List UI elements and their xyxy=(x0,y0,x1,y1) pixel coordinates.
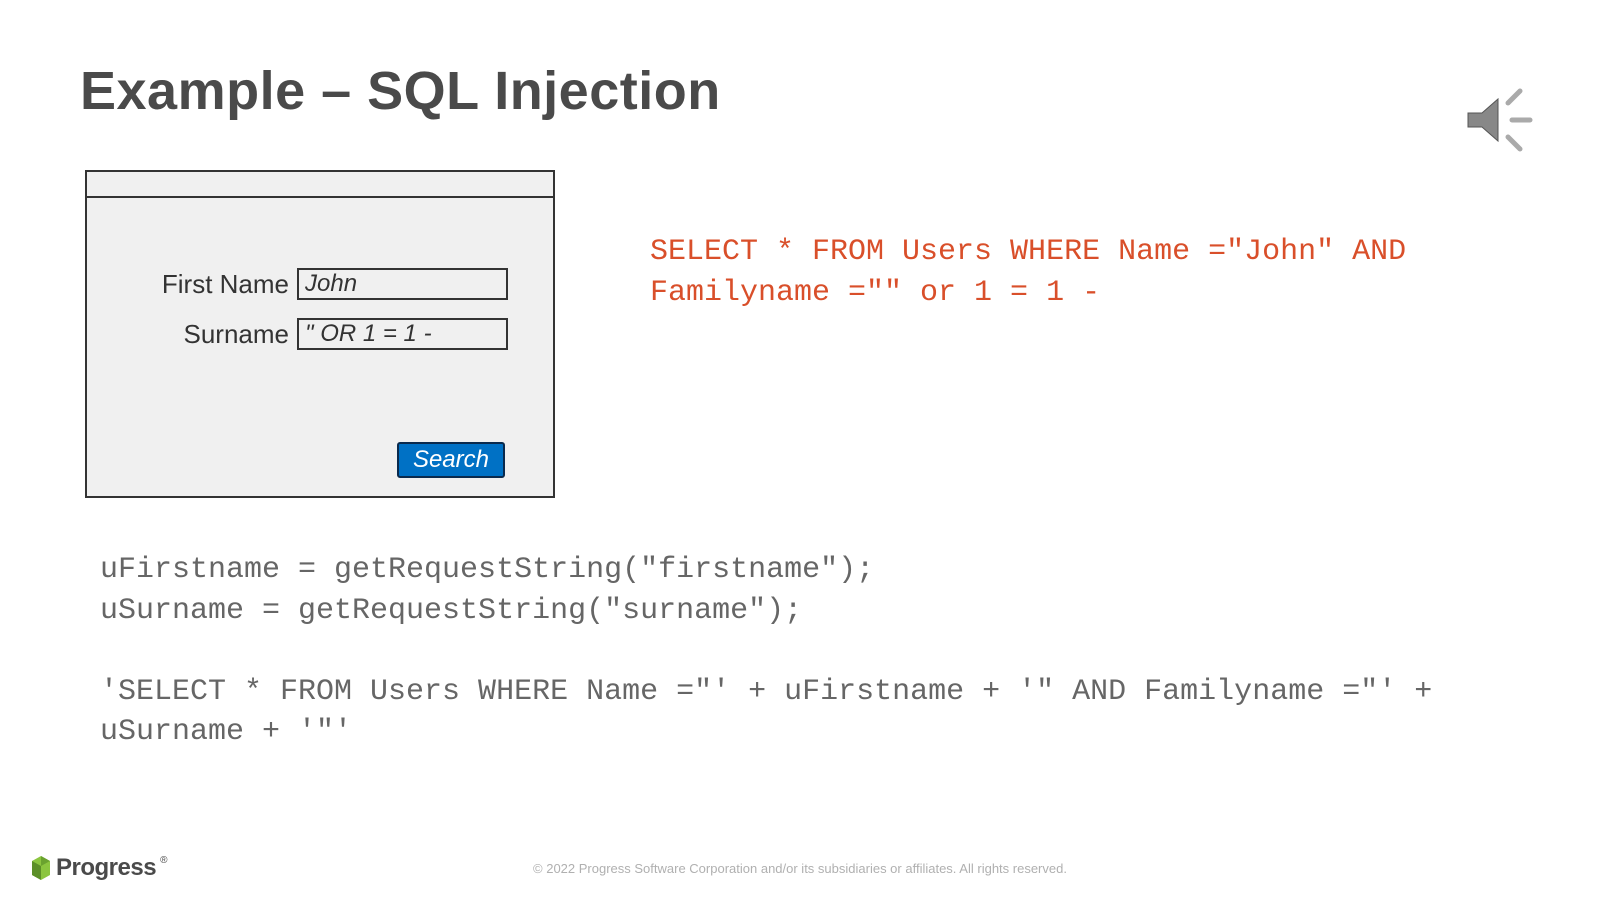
slide: Example – SQL Injection First Name Surna… xyxy=(0,0,1600,900)
surname-input[interactable] xyxy=(297,318,508,350)
search-button[interactable]: Search xyxy=(397,442,505,478)
copyright-text: © 2022 Progress Software Corporation and… xyxy=(533,861,1067,876)
first-name-row: First Name xyxy=(132,268,508,300)
first-name-label: First Name xyxy=(132,269,297,300)
progress-logo-text: Progress xyxy=(56,854,156,882)
progress-logo-mark-icon xyxy=(30,855,52,881)
surname-label: Surname xyxy=(132,319,297,350)
audio-icon xyxy=(1460,85,1540,155)
form-titlebar xyxy=(87,172,553,198)
search-form-panel: First Name Surname Search xyxy=(85,170,555,498)
surname-row: Surname xyxy=(132,318,508,350)
registered-mark: ® xyxy=(160,855,167,866)
footer: Progress ® © 2022 Progress Software Corp… xyxy=(0,830,1600,900)
form-body: First Name Surname xyxy=(87,198,553,350)
slide-title: Example – SQL Injection xyxy=(80,60,721,122)
progress-logo: Progress ® xyxy=(30,854,167,882)
code-block: uFirstname = getRequestString("firstname… xyxy=(100,550,1450,753)
first-name-input[interactable] xyxy=(297,268,508,300)
sql-result-text: SELECT * FROM Users WHERE Name ="John" A… xyxy=(650,232,1480,313)
